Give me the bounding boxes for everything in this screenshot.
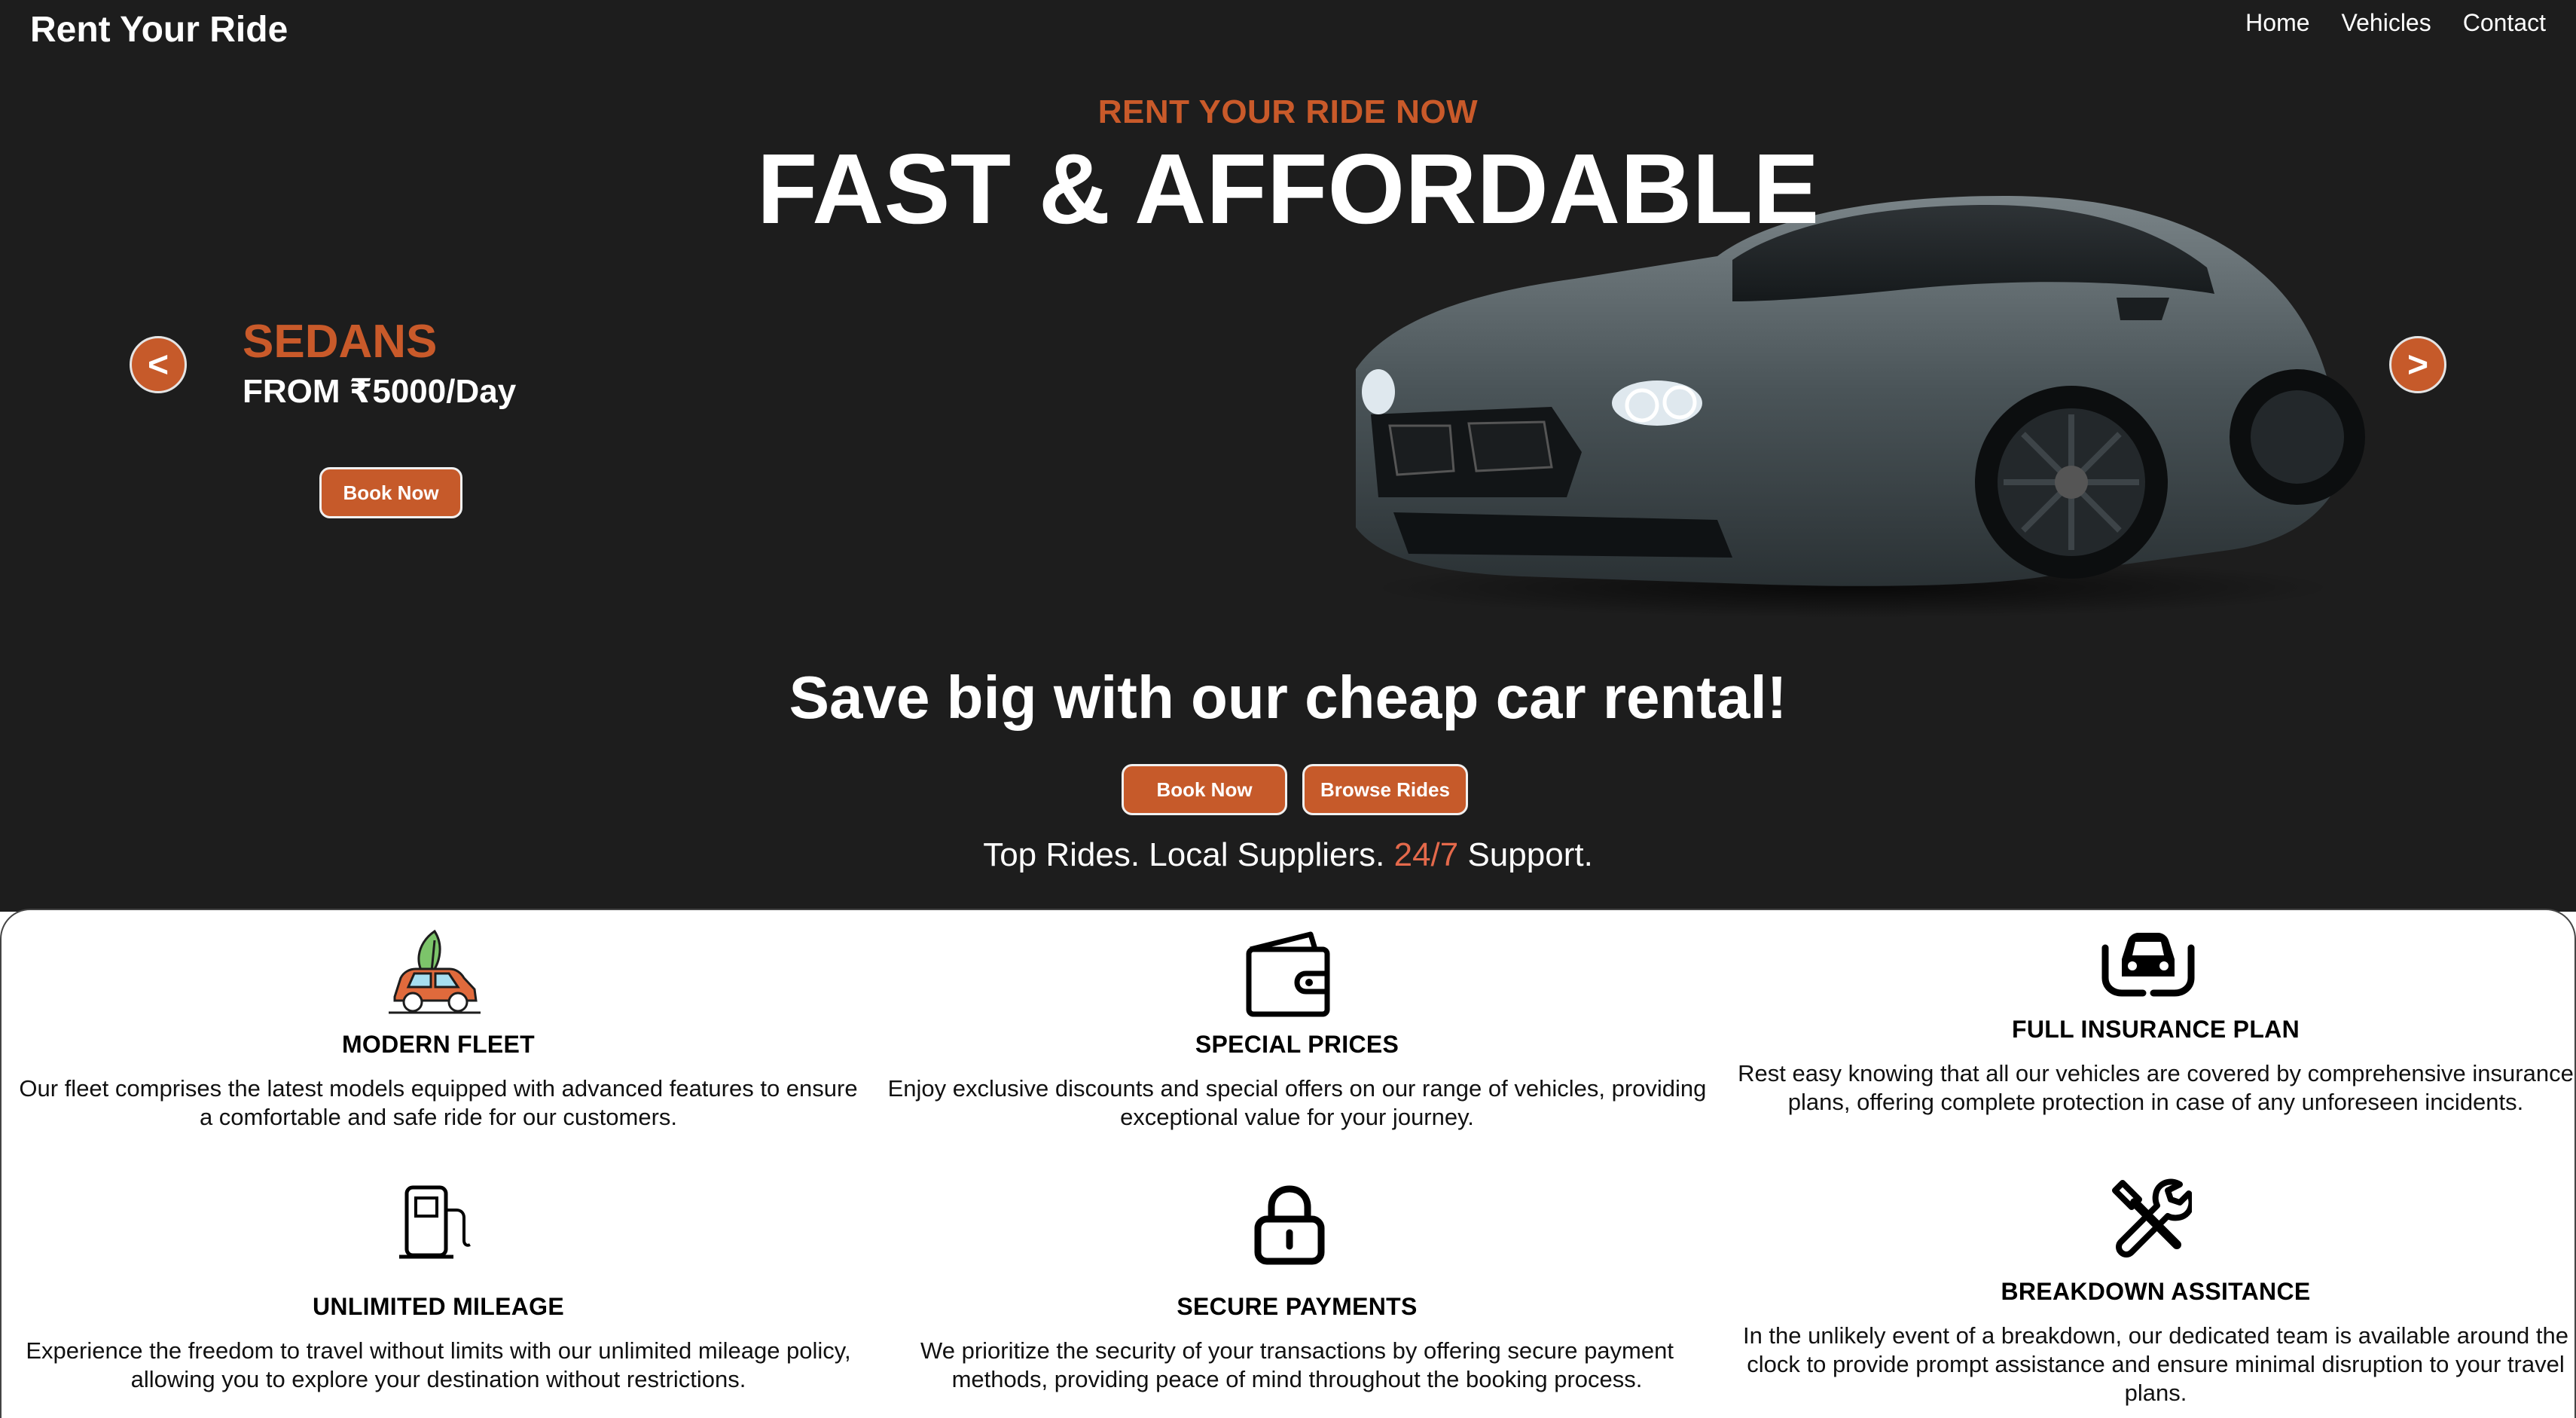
feature-title: SPECIAL PRICES [1195,1031,1399,1058]
feature-text: Our fleet comprises the latest models eq… [19,1075,858,1130]
feature-text: In the unlikely event of a breakdown, ou… [1742,1322,2569,1406]
support-text-end: Support. [1458,836,1593,873]
tools-icon [2112,1178,2192,1258]
feature-breakdown-assistance: BREAKDOWN ASSITANCE In the unlikely even… [1734,1166,2576,1418]
car-insurance-icon [2101,933,2195,997]
hero-tagline: Save big with our cheap car rental! [789,664,1787,731]
feature-full-insurance: FULL INSURANCE PLAN Rest easy knowing th… [1734,910,2576,1159]
browse-rides-button[interactable]: Browse Rides [1302,764,1468,815]
feature-title: MODERN FLEET [341,1031,536,1058]
wallet-icon [1246,931,1330,1017]
nav-vehicles[interactable]: Vehicles [2342,9,2431,37]
feature-text: Enjoy exclusive discounts and special of… [887,1075,1707,1130]
support-line: Top Rides. Local Suppliers. 24/7 Support… [0,836,2576,874]
carousel-next-button[interactable]: > [2389,336,2446,393]
hero-headline: FAST & AFFORDABLE [756,133,1820,244]
feature-title: UNLIMITED MILEAGE [313,1293,564,1320]
feature-title: SECURE PAYMENTS [1177,1293,1418,1320]
hero-section: Rent Your Ride Home Vehicles Contact REN… [0,0,2576,912]
slide-price: FROM ₹5000/Day [243,373,517,410]
feature-title: BREAKDOWN ASSITANCE [2001,1278,2311,1305]
fuel-pump-icon [399,1185,471,1259]
main-nav: Home Vehicles Contact [2245,9,2546,37]
book-now-button[interactable]: Book Now [1122,764,1287,815]
carousel-prev-button[interactable]: < [130,336,187,393]
feature-title: FULL INSURANCE PLAN [2012,1016,2300,1043]
brand-logo[interactable]: Rent Your Ride [30,9,288,50]
nav-contact[interactable]: Contact [2463,9,2546,37]
slide-category: SEDANS [243,316,438,368]
support-accent: 24/7 [1393,836,1459,873]
lock-icon [1254,1185,1325,1265]
eco-car-icon [389,929,481,1014]
feature-text: We prioritize the security of your trans… [920,1337,1674,1392]
slide-book-now-button[interactable]: Book Now [319,467,462,518]
feature-text: Rest easy knowing that all our vehicles … [1738,1060,2574,1115]
feature-unlimited-mileage: UNLIMITED MILEAGE Experience the freedom… [17,1166,860,1407]
feature-modern-fleet: MODERN FLEET Our fleet comprises the lat… [17,910,860,1151]
features-section: MODERN FLEET Our fleet comprises the lat… [0,909,2576,1418]
nav-home[interactable]: Home [2245,9,2309,37]
feature-text: Experience the freedom to travel without… [26,1337,851,1392]
feature-special-prices: SPECIAL PRICES Enjoy exclusive discounts… [875,910,1719,1151]
hero-kicker: RENT YOUR RIDE NOW [1097,93,1479,130]
support-text: Top Rides. Local Suppliers. [983,836,1394,873]
cta-row: Book Now Browse Rides [1122,764,1468,815]
feature-secure-payments: SECURE PAYMENTS We prioritize the securi… [875,1166,1719,1407]
